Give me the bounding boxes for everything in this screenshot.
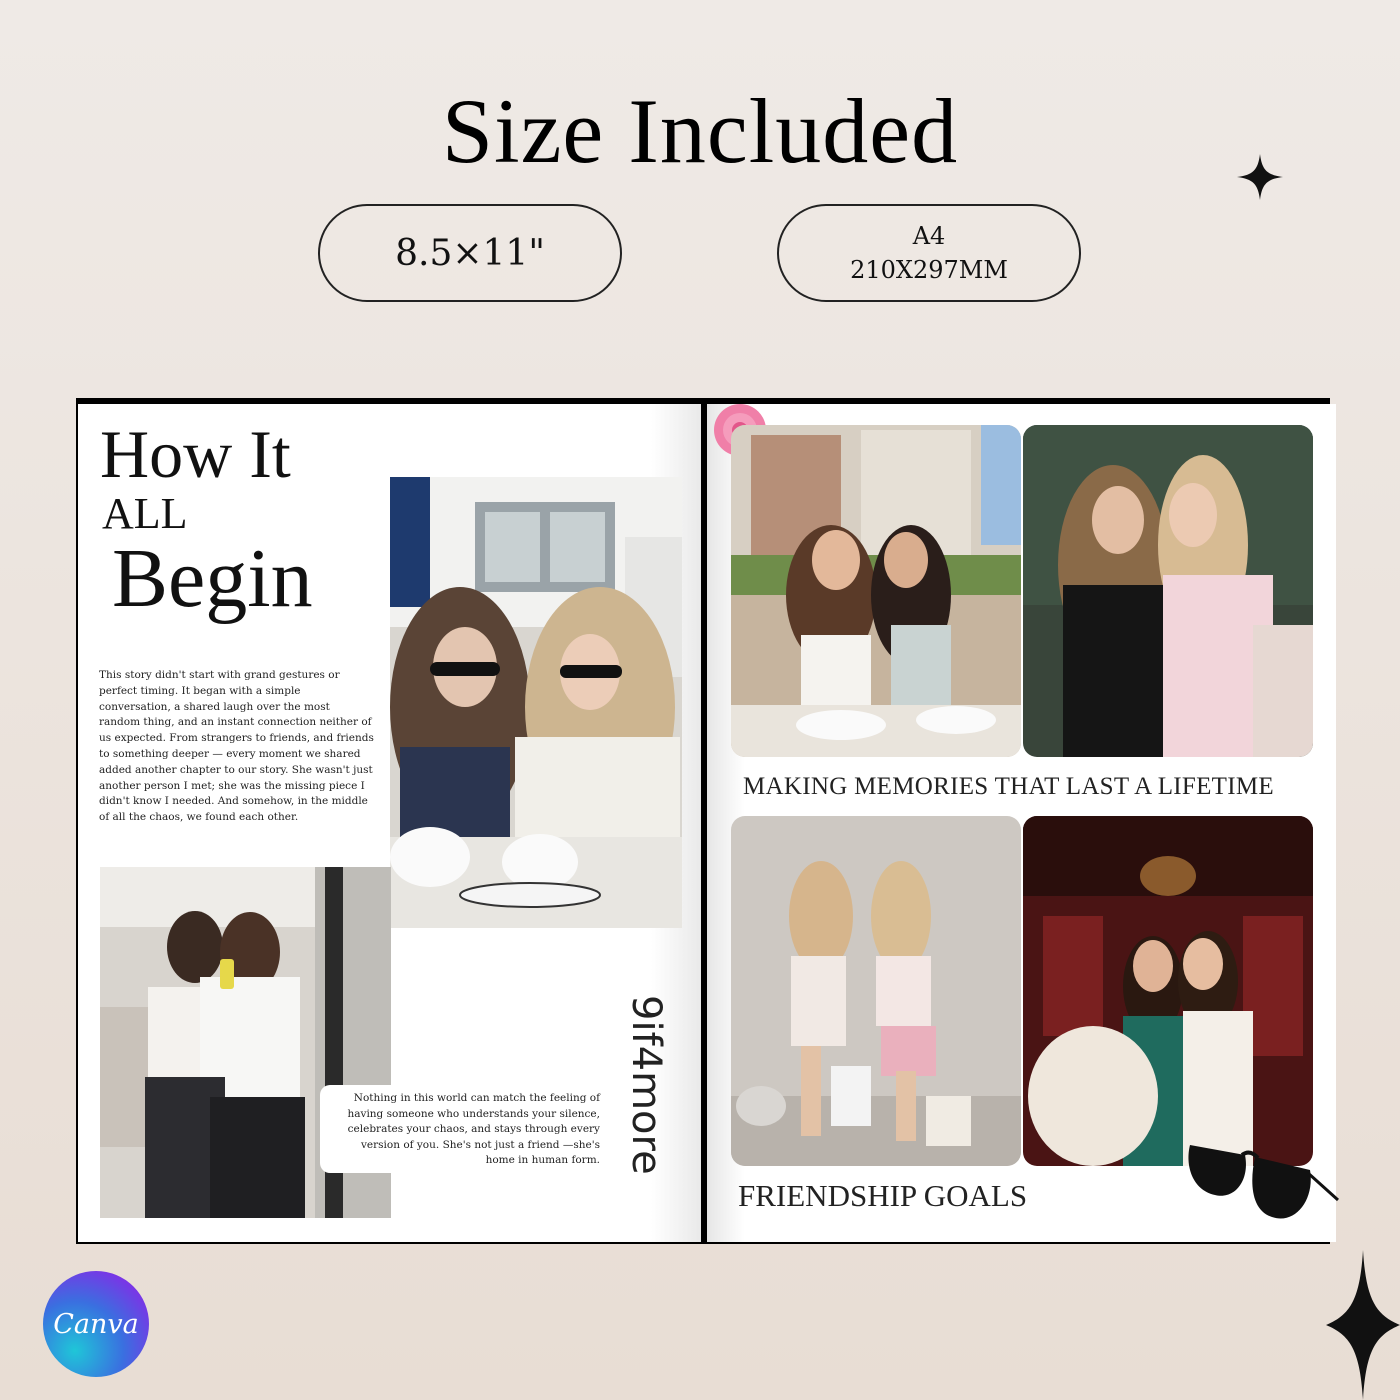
canva-logo-text: Canva: [53, 1308, 139, 1340]
shopping-photo: [731, 816, 1021, 1166]
heading-line-2: ALL: [102, 489, 188, 538]
spread-heading: How It ALL Begin: [100, 416, 313, 625]
vertical-script-label: 9if4more: [623, 995, 669, 1175]
sparkle-star-icon: [1237, 154, 1283, 200]
party-photo: [1023, 816, 1313, 1166]
story-paragraph: This story didn't start with grand gestu…: [99, 669, 374, 824]
canva-logo: Canva: [43, 1271, 149, 1377]
size-option-a4-dimensions: 210X297MM: [850, 256, 1008, 284]
large-sparkle-star-icon: [1326, 1250, 1400, 1400]
quote-card: Nothing in this world can match the feel…: [320, 1085, 610, 1173]
caption-memories: MAKING MEMORIES THAT LAST A LIFETIME: [743, 773, 1274, 800]
sunglasses-icon: [1188, 1145, 1340, 1219]
size-option-letter[interactable]: 8.5×11": [318, 204, 622, 302]
brunch-photo: [731, 425, 1021, 757]
caption-friendship-goals: FRIENDSHIP GOALS: [738, 1178, 1028, 1213]
size-option-a4-label: A4: [912, 222, 946, 250]
cafe-photo: [390, 477, 682, 928]
vertical-script-text: 9if4more: [623, 995, 669, 1175]
heading-line-1: How It: [100, 416, 291, 492]
size-option-letter-label: 8.5×11": [395, 232, 545, 274]
page-title: Size Included: [441, 80, 959, 182]
night-out-photo: [1023, 425, 1313, 757]
size-option-a4[interactable]: A4 210X297MM: [777, 204, 1081, 302]
heading-line-3: Begin: [112, 532, 313, 625]
